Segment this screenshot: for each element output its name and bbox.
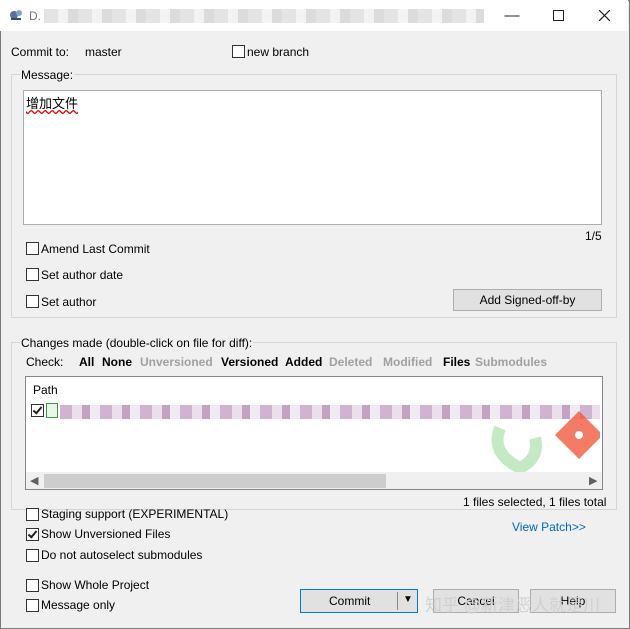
add-signed-off-by-button[interactable]: Add Signed-off-by <box>453 289 602 311</box>
view-patch-link[interactable]: View Patch>> <box>512 520 586 534</box>
filter-unversioned: Unversioned <box>140 355 213 369</box>
message-text: 增加文件 <box>26 96 79 111</box>
check-label: Check: <box>26 355 64 369</box>
new-branch-label[interactable]: new branch <box>247 45 309 59</box>
filter-modified: Modified <box>383 355 433 369</box>
window-title-redacted <box>44 9 484 23</box>
files-summary: 1 files selected, 1 files total <box>463 495 607 509</box>
split-divider <box>397 592 398 610</box>
column-header-path[interactable]: Path <box>33 383 58 397</box>
commit-button[interactable]: Commit ▼ <box>300 589 418 613</box>
filter-added[interactable]: Added <box>285 355 322 369</box>
amend-last-commit-checkbox[interactable] <box>26 242 39 255</box>
scroll-right-icon[interactable]: ▶ <box>589 474 597 487</box>
set-author-date-label[interactable]: Set author date <box>41 268 123 282</box>
message-textarea[interactable]: 增加文件 <box>23 90 602 225</box>
file-checkbox[interactable] <box>31 404 44 417</box>
changes-label: Changes made (double-click on file for d… <box>20 336 254 350</box>
git-logo-watermark-icon <box>491 410 600 474</box>
amend-last-commit-label[interactable]: Amend Last Commit <box>41 242 150 256</box>
close-icon <box>598 9 610 22</box>
message-label: Message: <box>20 68 75 82</box>
filter-none[interactable]: None <box>102 355 132 369</box>
close-button[interactable] <box>581 0 627 31</box>
minimize-icon: — <box>504 7 520 24</box>
no-autoselect-label[interactable]: Do not autoselect submodules <box>41 548 202 562</box>
commit-to-label: Commit to: <box>11 45 70 59</box>
set-author-date-checkbox[interactable] <box>26 268 39 281</box>
staging-support-label[interactable]: Staging support (EXPERIMENTAL) <box>41 507 228 521</box>
window-title: D. <box>29 9 41 23</box>
staging-support-checkbox[interactable] <box>26 508 39 521</box>
filter-submodules: Submodules <box>475 355 548 369</box>
show-unversioned-checkbox[interactable] <box>26 528 39 541</box>
new-branch-checkbox[interactable] <box>232 45 245 58</box>
set-author-label[interactable]: Set author <box>41 295 96 309</box>
set-author-checkbox[interactable] <box>26 295 39 308</box>
filter-versioned[interactable]: Versioned <box>221 355 278 369</box>
maximize-button[interactable] <box>535 0 581 31</box>
minimize-button[interactable]: — <box>489 0 535 31</box>
scroll-left-icon[interactable]: ◀ <box>30 474 38 487</box>
scrollbar-thumb[interactable] <box>44 474 386 488</box>
message-only-checkbox[interactable] <box>26 599 39 612</box>
branch-name: master <box>85 45 122 59</box>
show-unversioned-label[interactable]: Show Unversioned Files <box>41 527 170 541</box>
commit-button-label: Commit <box>329 594 371 608</box>
show-whole-project-checkbox[interactable] <box>26 579 39 592</box>
message-only-label[interactable]: Message only <box>41 598 115 612</box>
no-autoselect-checkbox[interactable] <box>26 549 39 562</box>
filter-files[interactable]: Files <box>443 355 470 369</box>
filter-all[interactable]: All <box>79 355 94 369</box>
filter-deleted: Deleted <box>329 355 373 369</box>
app-icon <box>8 7 24 23</box>
message-counter: 1/5 <box>585 229 602 243</box>
show-whole-project-label[interactable]: Show Whole Project <box>41 578 149 592</box>
added-file-icon <box>46 403 58 418</box>
chevron-down-icon[interactable]: ▼ <box>403 594 413 605</box>
watermark-text: 知乎 @新津恶人就是川 <box>425 596 600 615</box>
maximize-icon <box>552 10 564 21</box>
